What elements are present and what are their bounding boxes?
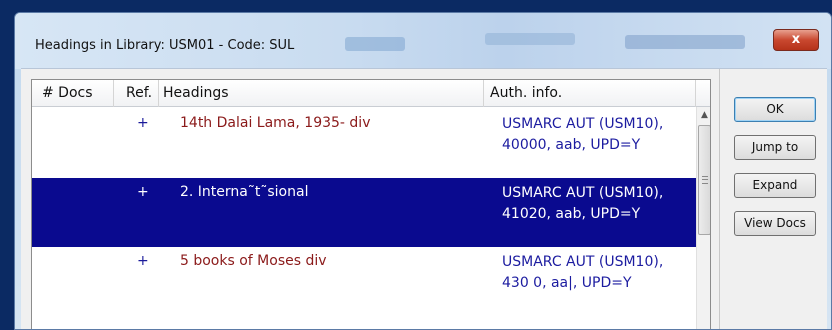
heading-text: 2. Interna˜t˜sional	[180, 184, 309, 200]
vertical-scrollbar[interactable]: ▲	[696, 107, 710, 329]
button-panel: OK Jump to Expand View Docs	[719, 69, 827, 329]
dialog-body: # Docs Ref. Headings Auth. info. + 14th …	[21, 68, 827, 329]
headings-dialog: Headings in Library: USM01 - Code: SUL x…	[14, 12, 832, 330]
blurred-background-area	[485, 33, 575, 45]
list-item[interactable]: + 5 books of Moses div USMARC AUT (USM10…	[32, 247, 696, 316]
column-header-ref[interactable]: Ref.	[114, 80, 159, 107]
column-header-docs[interactable]: # Docs	[32, 80, 114, 107]
heading-text: 14th Dalai Lama, 1935- div	[180, 115, 371, 131]
window-title: Headings in Library: USM01 - Code: SUL	[35, 38, 295, 53]
heading-text: 5 books of Moses div	[180, 253, 327, 269]
headings-list: # Docs Ref. Headings Auth. info. + 14th …	[31, 79, 711, 329]
expand-button[interactable]: Expand	[734, 173, 816, 198]
close-button[interactable]: x	[773, 29, 819, 51]
ok-button[interactable]: OK	[734, 97, 816, 122]
screen-frame: Headings in Library: USM01 - Code: SUL x…	[0, 0, 832, 330]
blurred-background-area	[345, 37, 405, 51]
list-header: # Docs Ref. Headings Auth. info.	[32, 80, 710, 107]
list-item[interactable]: + 14th Dalai Lama, 1935- div USMARC AUT …	[32, 109, 696, 178]
blurred-background-area	[625, 35, 745, 49]
auth-info-text: USMARC AUT (USM10), 40000, aab, UPD=Y	[502, 116, 664, 153]
ref-indicator: +	[137, 184, 149, 200]
ref-indicator: +	[137, 115, 149, 131]
auth-info-text: USMARC AUT (USM10), 41020, aab, UPD=Y	[502, 185, 664, 222]
column-header-headings[interactable]: Headings	[159, 80, 484, 107]
jump-to-button[interactable]: Jump to	[734, 135, 816, 160]
title-bar[interactable]: Headings in Library: USM01 - Code: SUL x	[15, 13, 831, 69]
auth-info-text: USMARC AUT (USM10), 430 0, aa|, UPD=Y	[502, 254, 664, 291]
ref-indicator: +	[137, 253, 149, 269]
list-item-selected[interactable]: + 2. Interna˜t˜sional USMARC AUT (USM10)…	[32, 178, 696, 247]
scrollbar-thumb[interactable]	[698, 125, 710, 235]
view-docs-button[interactable]: View Docs	[734, 211, 816, 236]
scroll-up-arrow-icon[interactable]: ▲	[697, 107, 710, 124]
column-header-auth-info[interactable]: Auth. info.	[484, 80, 696, 107]
grip-icon	[702, 176, 708, 184]
